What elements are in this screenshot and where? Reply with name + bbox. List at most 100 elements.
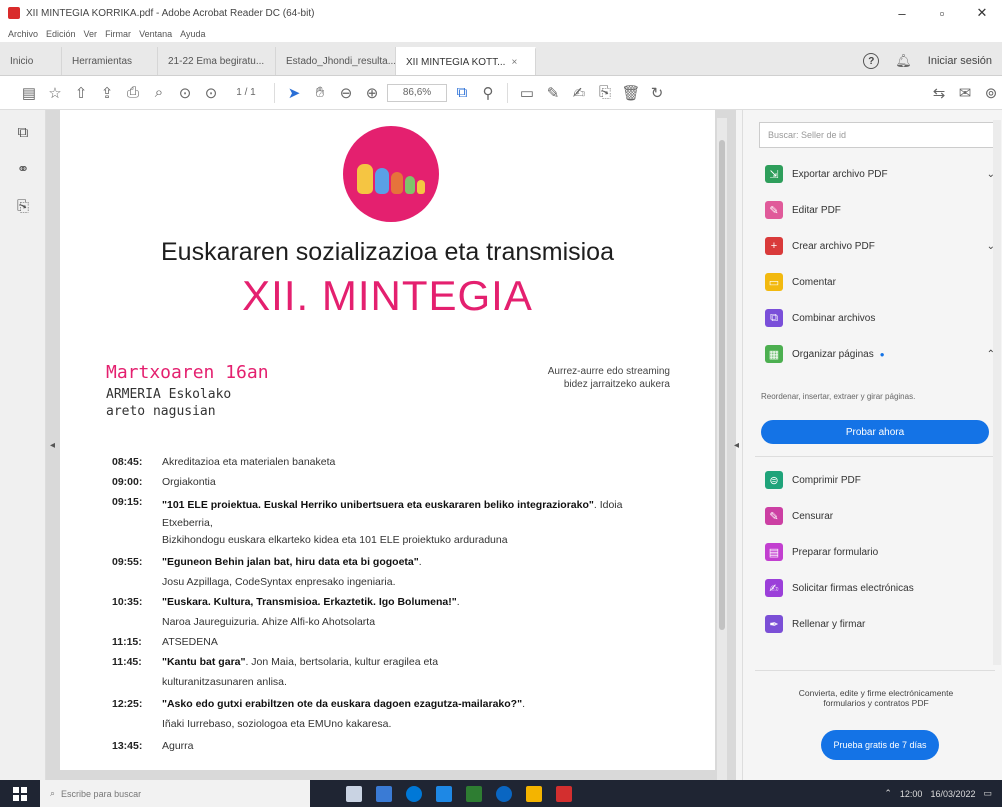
tool-export-pdf[interactable]: ⇲ Exportar archivo PDF ⌄: [765, 162, 995, 186]
pen-icon[interactable]: ✎: [542, 82, 564, 104]
document-scrollbar-thumb[interactable]: [719, 140, 725, 630]
attachments-icon[interactable]: ⚭: [14, 160, 32, 178]
zoom-out-icon[interactable]: ⊖: [335, 82, 357, 104]
tool-label: Censurar: [792, 510, 834, 522]
tool-edit-pdf[interactable]: ✎ Editar PDF: [765, 198, 995, 222]
sign-icon[interactable]: ✍︎: [568, 82, 590, 104]
combine-icon: ⧉: [765, 309, 783, 327]
next-page-icon[interactable]: ⊙: [200, 82, 222, 104]
tool-fill-sign[interactable]: ✒︎ Rellenar y firmar: [765, 612, 995, 636]
tools-search-input[interactable]: Buscar: Seller de id: [759, 122, 995, 148]
previous-page-icon[interactable]: ⊙: [174, 82, 196, 104]
clock-time[interactable]: 12:00: [900, 789, 923, 799]
edge-browser-icon[interactable]: [406, 785, 422, 802]
comment-tool-icon[interactable]: ▭: [516, 82, 538, 104]
close-button[interactable]: ✕: [962, 5, 1002, 21]
help-icon[interactable]: ?: [863, 53, 880, 69]
tab-document-active[interactable]: XII MINTEGIA KOTT... ×: [396, 47, 536, 75]
mail-icon[interactable]: [436, 785, 452, 802]
tool-redact[interactable]: ✎ Censurar: [765, 504, 995, 528]
zoom-in-icon[interactable]: ⊕: [361, 82, 383, 104]
windows-taskbar: ⌕ Escribe para buscar ⌃ 12:00 16/03/2022…: [0, 780, 1002, 807]
hand-tool-icon[interactable]: ✋︎: [309, 82, 331, 104]
fit-page-icon[interactable]: ⧉: [451, 82, 473, 104]
clock-date[interactable]: 16/03/2022: [930, 789, 975, 799]
toolbar-divider: [507, 82, 508, 103]
header-right: ? 🔔︎ Iniciar sesión: [863, 47, 1002, 75]
schedule-text: Akreditazioa eta materialen banaketa: [162, 456, 336, 468]
zoom-level-select[interactable]: 86,6%: [387, 83, 447, 102]
tab-document-2[interactable]: Estado_Jhondi_resulta...: [276, 47, 396, 75]
schedule-talk-title: "Asko edo gutxi erabiltzen ote da euskar…: [162, 698, 523, 710]
task-view-icon[interactable]: [346, 785, 362, 802]
stamp-icon[interactable]: ⎘: [594, 82, 616, 104]
menu-item-archivo[interactable]: Archivo: [8, 29, 38, 39]
document-scrollbar[interactable]: [717, 118, 727, 780]
star-icon[interactable]: ☆: [44, 82, 66, 104]
tab-herramientas[interactable]: Herramientas: [62, 47, 158, 75]
tool-create-pdf[interactable]: + Crear archivo PDF ⌄: [765, 234, 995, 258]
schedule-time: 09:15:: [112, 496, 143, 508]
tab-document-1[interactable]: 21-22 Ema begiratu...: [158, 47, 276, 75]
search-icon[interactable]: ⌕: [148, 82, 170, 104]
rotate-icon[interactable]: ↻: [646, 82, 668, 104]
menu-item-edicion[interactable]: Edición: [46, 29, 76, 39]
email-icon[interactable]: ✉: [954, 82, 976, 104]
tool-label: Combinar archivos: [792, 312, 876, 324]
chrome-icon[interactable]: [496, 785, 512, 802]
more-tools-icon[interactable]: ⊚: [980, 82, 1002, 104]
signin-link[interactable]: Iniciar sesión: [928, 55, 992, 67]
tab-close-icon[interactable]: ×: [511, 57, 517, 68]
notifications-icon[interactable]: ▭: [983, 788, 992, 799]
acrobat-taskbar-icon[interactable]: [556, 785, 572, 802]
tool-compress-pdf[interactable]: ⊜ Comprimir PDF: [765, 468, 995, 492]
delete-icon[interactable]: 🗑︎: [620, 82, 642, 104]
page-thumbnails-icon[interactable]: ⧉: [14, 124, 32, 142]
folder-icon[interactable]: [526, 785, 542, 802]
collapse-left-arrow-icon[interactable]: ◂: [50, 440, 55, 451]
tool-label: Preparar formulario: [792, 546, 879, 558]
maximize-button[interactable]: ▫: [922, 6, 962, 21]
tab-inicio[interactable]: Inicio: [0, 47, 62, 75]
schedule-text: "101 ELE proiektua. Euskal Herriko unibe…: [162, 496, 652, 532]
share-link-icon[interactable]: ⇆: [928, 82, 950, 104]
file-explorer-icon[interactable]: [376, 785, 392, 802]
tool-organize-pages[interactable]: ▦ Organizar páginas ● ⌃: [765, 342, 995, 366]
minimize-button[interactable]: –: [882, 6, 922, 21]
try-now-button[interactable]: Probar ahora: [761, 420, 989, 444]
excel-icon[interactable]: [466, 785, 482, 802]
taskbar-search[interactable]: ⌕ Escribe para buscar: [40, 780, 310, 807]
window-titlebar: XII MINTEGIA KORRIKA.pdf - Adobe Acrobat…: [0, 0, 1002, 26]
schedule-row: 10:35: "Euskara. Kultura, Transmisioa. E…: [112, 596, 460, 608]
free-trial-button[interactable]: Prueba gratis de 7 días: [821, 730, 939, 760]
tab-label: XII MINTEGIA KOTT...: [406, 56, 506, 68]
menu-item-ventana[interactable]: Ventana: [139, 29, 172, 39]
panel-scrollbar[interactable]: [993, 120, 1001, 665]
schedule-talk-title: "101 ELE proiektua. Euskal Herriko unibe…: [162, 499, 594, 511]
start-button[interactable]: [0, 780, 40, 807]
tool-prepare-form[interactable]: ▤ Preparar formulario: [765, 540, 995, 564]
tray-chevron-icon[interactable]: ⌃: [884, 788, 892, 799]
menu-item-ver[interactable]: Ver: [84, 29, 98, 39]
page-indicator[interactable]: 1 / 1: [226, 87, 266, 98]
upload-icon[interactable]: ⇧: [70, 82, 92, 104]
tool-comment[interactable]: ▭ Comentar: [765, 270, 995, 294]
bookmarks-icon[interactable]: ⎘: [14, 198, 32, 216]
select-cursor-icon[interactable]: ➤: [283, 82, 305, 104]
tool-request-signatures[interactable]: ✍︎ Solicitar firmas electrónicas: [765, 576, 995, 600]
menu-item-ayuda[interactable]: Ayuda: [180, 29, 205, 39]
print-icon[interactable]: ⎙: [122, 82, 144, 104]
share-icon[interactable]: ⇪: [96, 82, 118, 104]
tool-label: Solicitar firmas electrónicas: [792, 582, 914, 594]
highlight-icon[interactable]: ⚲: [477, 82, 499, 104]
schedule-talk-title: "Euskara. Kultura, Transmisioa. Erkaztet…: [162, 596, 457, 608]
collapse-right-arrow-icon[interactable]: ◂: [734, 440, 739, 451]
tab-label: Inicio: [10, 55, 34, 67]
create-icon[interactable]: ▤: [18, 82, 40, 104]
schedule-row: 11:15: ATSEDENA: [112, 636, 218, 648]
menu-item-firmar[interactable]: Firmar: [105, 29, 131, 39]
tool-label: Editar PDF: [792, 204, 841, 216]
notification-bell-icon[interactable]: 🔔︎: [895, 53, 912, 69]
tool-combine-files[interactable]: ⧉ Combinar archivos: [765, 306, 995, 330]
doll-icon: [375, 168, 389, 194]
